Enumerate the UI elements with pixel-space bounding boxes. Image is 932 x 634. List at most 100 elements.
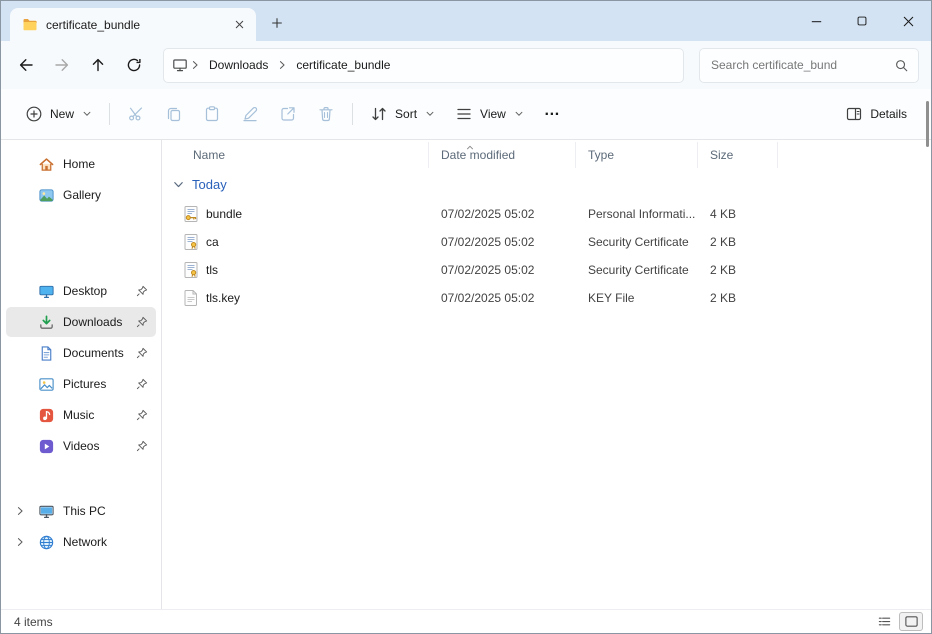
new-plus-icon xyxy=(25,105,43,123)
explorer-tab[interactable]: certificate_bundle xyxy=(10,8,256,41)
file-name: ca xyxy=(206,235,219,249)
sidebar-item-desktop[interactable]: Desktop xyxy=(6,276,156,306)
view-icon xyxy=(455,105,473,123)
file-row-bundle[interactable]: bundle 07/02/2025 05:02 Personal Informa… xyxy=(162,200,931,228)
rename-button[interactable] xyxy=(231,96,269,132)
paste-button[interactable] xyxy=(193,96,231,132)
copy-icon xyxy=(165,105,183,123)
details-pane-icon xyxy=(845,105,863,123)
file-name: bundle xyxy=(206,207,242,221)
chevron-right-icon xyxy=(189,59,201,71)
up-button[interactable] xyxy=(81,48,115,82)
pin-icon xyxy=(136,347,156,359)
sort-ascending-icon xyxy=(465,143,475,153)
trash-icon xyxy=(317,105,335,123)
tab-close-icon[interactable] xyxy=(228,14,250,36)
back-button[interactable] xyxy=(9,48,43,82)
navigation-bar: Downloads certificate_bundle xyxy=(1,41,931,89)
large-icons-view-toggle[interactable] xyxy=(899,612,923,631)
sidebar-item-label: Network xyxy=(63,535,107,549)
sidebar-item-documents[interactable]: Documents xyxy=(6,338,156,368)
maximize-button[interactable] xyxy=(839,1,885,41)
view-button[interactable]: View xyxy=(445,96,534,132)
file-type: KEY File xyxy=(576,291,698,305)
chevron-down-icon xyxy=(425,109,435,119)
this-pc-icon xyxy=(172,57,188,73)
sort-button[interactable]: Sort xyxy=(360,96,445,132)
share-button[interactable] xyxy=(269,96,307,132)
file-type: Security Certificate xyxy=(576,263,698,277)
file-size: 2 KB xyxy=(698,263,778,277)
chevron-down-icon xyxy=(82,109,92,119)
refresh-button[interactable] xyxy=(117,48,151,82)
sidebar-item-label: Gallery xyxy=(63,188,101,202)
sidebar-item-label: Home xyxy=(63,157,95,171)
group-header-label: Today xyxy=(192,177,227,192)
window-controls xyxy=(793,1,931,41)
sidebar-item-home[interactable]: Home xyxy=(6,149,156,179)
group-header-today[interactable]: Today xyxy=(162,168,931,200)
breadcrumb-downloads[interactable]: Downloads xyxy=(202,54,275,76)
details-pane-button[interactable]: Details xyxy=(835,96,917,132)
column-header-name[interactable]: Name xyxy=(162,142,429,168)
cut-icon xyxy=(127,105,145,123)
chevron-right-icon[interactable] xyxy=(14,536,26,548)
pin-icon xyxy=(136,316,156,328)
sidebar-item-label: Music xyxy=(63,408,94,422)
column-header-label: Date modified xyxy=(441,148,515,162)
scrollbar-thumb[interactable] xyxy=(926,101,929,147)
search-box xyxy=(699,48,919,83)
see-more-button[interactable]: … xyxy=(534,96,571,132)
paste-icon xyxy=(203,105,221,123)
breadcrumb-certificate-bundle[interactable]: certificate_bundle xyxy=(289,54,397,76)
search-input[interactable] xyxy=(709,57,894,73)
chevron-right-icon[interactable] xyxy=(14,505,26,517)
security-certificate-icon xyxy=(182,261,200,279)
sidebar-item-pictures[interactable]: Pictures xyxy=(6,369,156,399)
address-bar[interactable]: Downloads certificate_bundle xyxy=(163,48,684,83)
sidebar-item-music[interactable]: Music xyxy=(6,400,156,430)
tab-title: certificate_bundle xyxy=(46,18,220,32)
new-tab-button[interactable] xyxy=(262,9,292,37)
command-bar: New xyxy=(1,89,931,140)
pin-icon xyxy=(136,285,156,297)
sidebar-item-downloads[interactable]: Downloads xyxy=(6,307,156,337)
sidebar-item-label: Desktop xyxy=(63,284,107,298)
chevron-right-icon xyxy=(276,59,288,71)
delete-button[interactable] xyxy=(307,96,345,132)
sidebar-item-this-pc[interactable]: This PC xyxy=(6,496,156,526)
folder-icon xyxy=(22,17,38,33)
sidebar-item-network[interactable]: Network xyxy=(6,527,156,557)
home-icon xyxy=(38,156,55,173)
column-header-size[interactable]: Size xyxy=(698,142,778,168)
column-header-type[interactable]: Type xyxy=(576,142,698,168)
close-button[interactable] xyxy=(885,1,931,41)
sidebar-item-label: Downloads xyxy=(63,315,122,329)
view-button-label: View xyxy=(480,107,506,121)
sidebar-gap xyxy=(1,462,161,495)
file-type: Security Certificate xyxy=(576,235,698,249)
gallery-icon xyxy=(38,187,55,204)
copy-button[interactable] xyxy=(155,96,193,132)
file-type: Personal Informati... xyxy=(576,207,698,221)
new-button-label: New xyxy=(50,107,74,121)
file-row-tls-key[interactable]: tls.key 07/02/2025 05:02 KEY File 2 KB xyxy=(162,284,931,312)
file-list-pane: Name Date modified Type Size Today xyxy=(162,140,931,609)
file-row-ca[interactable]: ca 07/02/2025 05:02 Security Certificate… xyxy=(162,228,931,256)
column-header-date-modified[interactable]: Date modified xyxy=(429,142,576,168)
sidebar-item-videos[interactable]: Videos xyxy=(6,431,156,461)
forward-button[interactable] xyxy=(45,48,79,82)
sidebar-item-label: Documents xyxy=(63,346,124,360)
pfx-certificate-icon xyxy=(182,205,200,223)
details-view-toggle[interactable] xyxy=(872,612,896,631)
search-icon[interactable] xyxy=(894,58,909,73)
new-button[interactable]: New xyxy=(15,96,102,132)
file-size: 2 KB xyxy=(698,235,778,249)
file-row-tls[interactable]: tls 07/02/2025 05:02 Security Certificat… xyxy=(162,256,931,284)
sidebar-item-gallery[interactable]: Gallery xyxy=(6,180,156,210)
minimize-button[interactable] xyxy=(793,1,839,41)
rename-icon xyxy=(241,105,259,123)
chevron-down-icon[interactable] xyxy=(172,178,185,191)
file-name: tls.key xyxy=(206,291,240,305)
cut-button[interactable] xyxy=(117,96,155,132)
